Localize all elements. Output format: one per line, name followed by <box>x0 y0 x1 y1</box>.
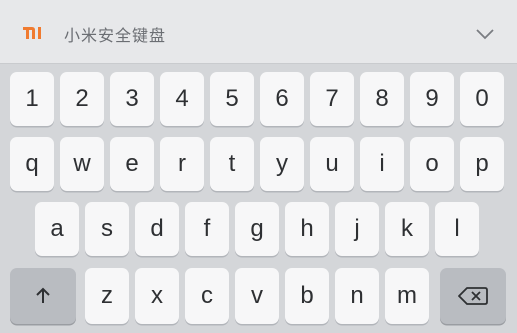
key-7[interactable]: 7 <box>310 72 354 126</box>
key-s[interactable]: s <box>85 202 129 256</box>
key-v[interactable]: v <box>235 268 279 324</box>
chevron-down-icon[interactable] <box>476 28 494 40</box>
key-t[interactable]: t <box>210 137 254 191</box>
key-i[interactable]: i <box>360 137 404 191</box>
key-h[interactable]: h <box>285 202 329 256</box>
shift-key[interactable] <box>10 268 76 324</box>
key-p[interactable]: p <box>460 137 504 191</box>
key-a[interactable]: a <box>35 202 79 256</box>
key-c[interactable]: c <box>185 268 229 324</box>
arrow-up-icon <box>36 287 50 303</box>
key-m[interactable]: m <box>385 268 429 324</box>
key-u[interactable]: u <box>310 137 354 191</box>
backspace-key[interactable] <box>440 268 506 324</box>
safe-keyboard: 小米安全键盘 1 2 3 4 5 6 7 8 9 0 q w e r t y u… <box>0 0 517 333</box>
key-r[interactable]: r <box>160 137 204 191</box>
key-f[interactable]: f <box>185 202 229 256</box>
key-o[interactable]: o <box>410 137 454 191</box>
key-9[interactable]: 9 <box>410 72 454 126</box>
key-n[interactable]: n <box>335 268 379 324</box>
key-q[interactable]: q <box>10 137 54 191</box>
key-1[interactable]: 1 <box>10 72 54 126</box>
key-g[interactable]: g <box>235 202 279 256</box>
key-b[interactable]: b <box>285 268 329 324</box>
keyboard-title: 小米安全键盘 <box>64 26 167 45</box>
key-l[interactable]: l <box>435 202 479 256</box>
key-k[interactable]: k <box>385 202 429 256</box>
key-3[interactable]: 3 <box>110 72 154 126</box>
key-5[interactable]: 5 <box>210 72 254 126</box>
key-8[interactable]: 8 <box>360 72 404 126</box>
key-x[interactable]: x <box>135 268 179 324</box>
key-z[interactable]: z <box>85 268 129 324</box>
key-j[interactable]: j <box>335 202 379 256</box>
key-w[interactable]: w <box>60 137 104 191</box>
key-0[interactable]: 0 <box>460 72 504 126</box>
key-2[interactable]: 2 <box>60 72 104 126</box>
backspace-icon <box>458 287 488 305</box>
keyboard-header: 小米安全键盘 <box>0 0 517 64</box>
key-e[interactable]: e <box>110 137 154 191</box>
key-4[interactable]: 4 <box>160 72 204 126</box>
key-y[interactable]: y <box>260 137 304 191</box>
key-d[interactable]: d <box>135 202 179 256</box>
key-6[interactable]: 6 <box>260 72 304 126</box>
mi-logo-icon <box>23 27 41 39</box>
